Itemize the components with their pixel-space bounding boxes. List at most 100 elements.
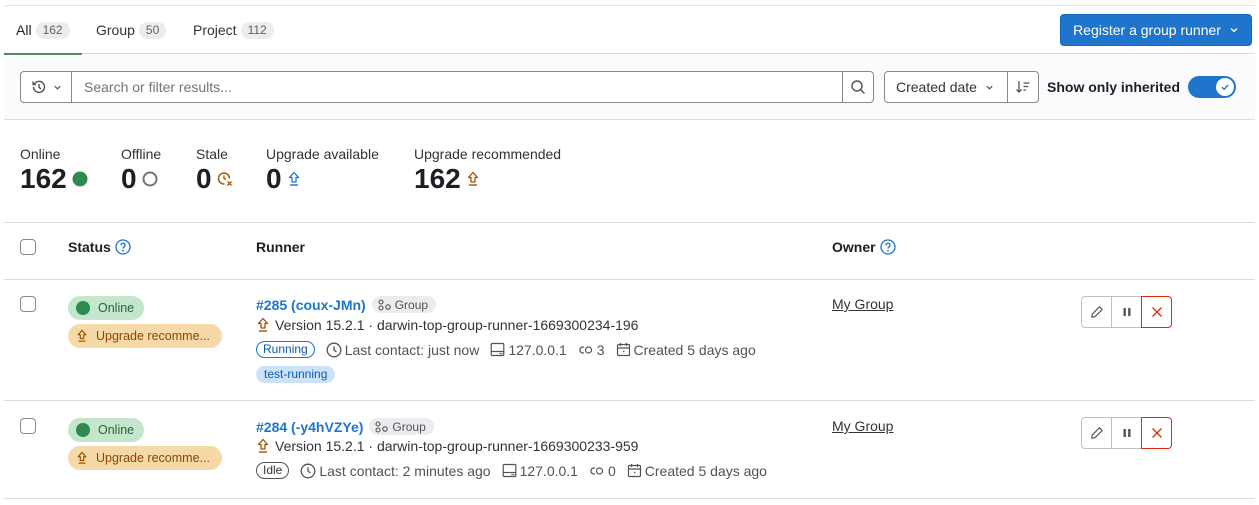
tab-label: Group xyxy=(96,22,135,38)
last-contact-text: Last contact: 2 minutes ago xyxy=(319,462,491,479)
disk-icon xyxy=(490,342,505,357)
sort-lowest-icon xyxy=(1016,81,1030,93)
search-icon xyxy=(851,80,865,94)
search-input[interactable] xyxy=(71,71,843,103)
tab-project[interactable]: Project 112 xyxy=(193,6,274,54)
stat-label: Upgrade available xyxy=(266,146,379,162)
chevron-down-icon xyxy=(986,85,993,90)
last-contact-text: Last contact: just now xyxy=(344,341,480,358)
stat-value: 0 xyxy=(266,163,282,194)
sort-by-dropdown[interactable]: Created date xyxy=(884,71,1008,103)
status-offline-icon xyxy=(142,171,158,187)
owner-link[interactable]: My Group xyxy=(832,296,893,312)
job-count-text: 3 xyxy=(596,341,605,358)
tab-all[interactable]: All 162 xyxy=(4,6,82,55)
last-contact: Last contact: 2 minutes ago xyxy=(300,462,491,479)
stat-upgrade-available: Upgrade available 0 xyxy=(266,146,379,195)
upgrade-text: Upgrade recomme... xyxy=(96,329,210,343)
delete-button[interactable] xyxy=(1141,296,1172,328)
ip-text: 127.0.0.1 xyxy=(519,462,578,479)
pause-icon xyxy=(1123,308,1130,316)
job-count: 3 xyxy=(578,342,605,358)
close-icon xyxy=(1151,428,1162,438)
status-text: Online xyxy=(98,301,135,315)
stat-upgrade-recommended: Upgrade recommended 162 xyxy=(414,146,561,195)
show-only-inherited-toggle[interactable] xyxy=(1188,76,1236,98)
stat-label: Upgrade recommended xyxy=(414,146,562,162)
status-online-icon xyxy=(76,301,90,315)
row-divider xyxy=(4,400,1255,401)
recent-searches-dropdown[interactable] xyxy=(20,71,72,103)
runner-type-badge: Group xyxy=(369,418,434,435)
job-count: 0 xyxy=(589,463,616,479)
stat-label: Stale xyxy=(196,146,228,162)
group-icon xyxy=(375,420,389,433)
pipeline-icon xyxy=(579,345,592,354)
stat-offline: Offline 0 xyxy=(121,146,161,195)
column-header-status: Status xyxy=(68,239,131,255)
table-top-divider xyxy=(4,222,1255,223)
upgrade-recommended-icon xyxy=(467,171,478,186)
register-group-runner-button[interactable]: Register a group runner xyxy=(1060,14,1252,46)
chevron-down-icon xyxy=(54,85,61,90)
created-date: Created 5 days ago xyxy=(627,463,767,479)
group-icon xyxy=(378,298,391,311)
status-online-icon xyxy=(72,171,88,187)
clock-icon xyxy=(326,342,342,357)
sort-direction-button[interactable] xyxy=(1007,71,1039,103)
runner-link[interactable]: #284 (-y4hVZYe) xyxy=(256,419,363,435)
question-icon[interactable] xyxy=(879,239,896,255)
column-header-runner: Runner xyxy=(256,239,305,255)
runner-type-label: Group xyxy=(392,419,426,434)
runner-link[interactable]: #285 (coux-JMn) xyxy=(256,297,366,313)
delete-button[interactable] xyxy=(1141,417,1172,449)
runner-type-label: Group xyxy=(394,297,429,312)
column-header-label: Owner xyxy=(832,239,876,255)
pencil-icon xyxy=(1090,427,1103,439)
tab-count: 50 xyxy=(138,21,167,39)
row-checkbox[interactable] xyxy=(20,418,36,434)
question-icon[interactable] xyxy=(115,239,131,255)
ip-text: 127.0.0.1 xyxy=(508,341,567,358)
pencil-icon xyxy=(1090,306,1103,318)
register-button-label: Register a group runner xyxy=(1073,22,1221,38)
pause-button[interactable] xyxy=(1111,417,1142,449)
history-icon xyxy=(32,80,46,94)
status-text: Online xyxy=(98,423,135,437)
upgrade-recommended-badge: Upgrade recomme... xyxy=(68,446,222,470)
upgrade-recommended-icon xyxy=(77,451,87,464)
row-actions xyxy=(1081,296,1172,328)
tab-count: 112 xyxy=(240,21,274,39)
check-icon xyxy=(1221,84,1229,91)
last-contact: Last contact: just now xyxy=(326,341,480,358)
column-header-owner: Owner xyxy=(832,239,896,255)
pipeline-icon xyxy=(590,466,604,475)
runner-type-badge: Group xyxy=(371,296,437,313)
tab-label: Project xyxy=(193,22,237,38)
clock-icon xyxy=(300,463,316,478)
upgrade-available-icon xyxy=(288,171,299,186)
calendar-icon xyxy=(627,464,641,478)
close-icon xyxy=(1151,307,1162,317)
select-all-checkbox[interactable] xyxy=(20,239,36,255)
stat-stale: Stale 0 xyxy=(196,146,233,195)
owner-link[interactable]: My Group xyxy=(832,418,893,434)
ip-address: 127.0.0.1 xyxy=(490,341,567,358)
pause-button[interactable] xyxy=(1111,296,1142,328)
row-divider xyxy=(4,498,1255,499)
upgrade-recommended-icon xyxy=(257,438,269,453)
edit-button[interactable] xyxy=(1081,296,1112,328)
tab-group[interactable]: Group 50 xyxy=(96,6,167,54)
status-badge-online: Online xyxy=(68,296,145,320)
job-status-badge: Idle xyxy=(256,462,290,479)
edit-button[interactable] xyxy=(1081,417,1112,449)
row-actions xyxy=(1081,417,1172,449)
show-only-inherited-label: Show only inherited xyxy=(1047,79,1181,95)
job-count-text: 0 xyxy=(607,462,616,479)
column-header-label: Runner xyxy=(256,239,305,255)
search-button[interactable] xyxy=(842,71,874,103)
header-divider xyxy=(4,279,1255,280)
calendar-icon xyxy=(616,343,630,357)
disk-icon xyxy=(502,463,516,478)
row-checkbox[interactable] xyxy=(20,296,36,312)
